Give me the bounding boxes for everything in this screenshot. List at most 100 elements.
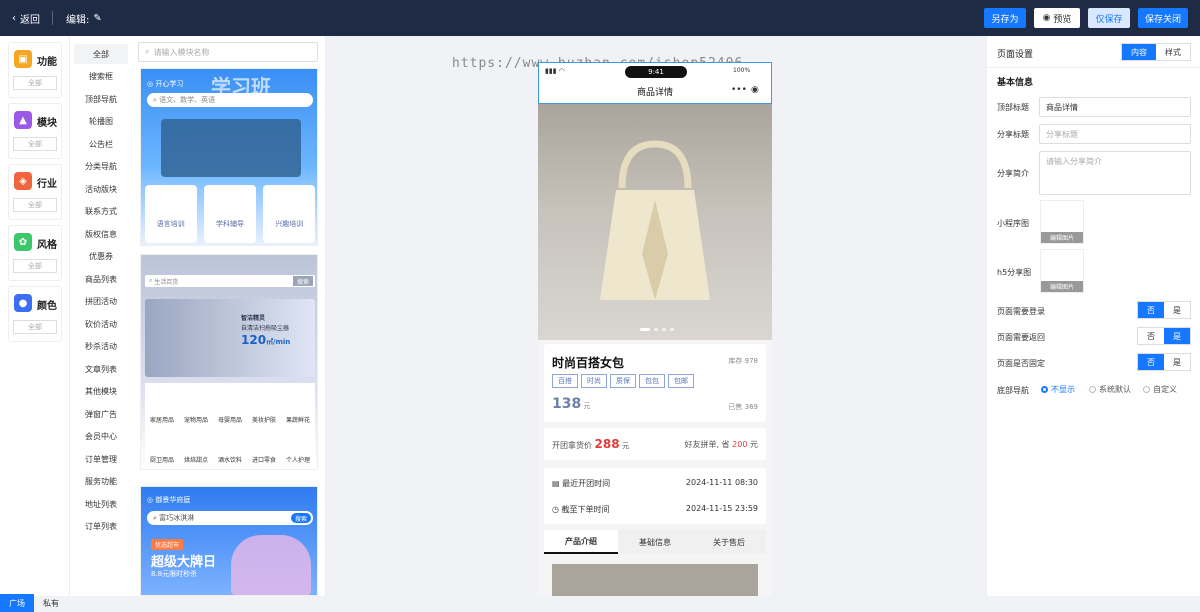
subnav-item[interactable]: 订单管理 [74,449,128,469]
group-label: 开团拿货价 [552,441,592,450]
nav-option-custom[interactable]: 自定义 [1143,384,1177,395]
mini-image-upload[interactable]: 编辑图片 [1040,200,1084,244]
template-card-education[interactable]: ◎ 开心学习 学习班 ⌕ 语文、数学、英语 语言培训 学科辅导 兴趣培训 [140,68,318,246]
share-desc-textarea[interactable]: 请输入分享简介 [1039,151,1191,195]
more-icon[interactable]: ••• [731,85,747,95]
edit-image-button[interactable]: 编辑图片 [1041,232,1083,243]
tab-basic-info[interactable]: 基础信息 [618,530,692,554]
save-close-button[interactable]: 保存关闭 [1138,8,1188,28]
top-title-input[interactable]: 商品详情 [1039,97,1191,117]
classroom-illustration [161,119,301,177]
subnav-item[interactable]: 会员中心 [74,426,128,446]
brand-text: 御景华府庭 [155,496,191,504]
carousel-dot[interactable] [670,328,674,331]
product-name: 时尚百搭女包 [552,356,625,370]
subnav-item[interactable]: 轮播图 [74,111,128,131]
subnav-item[interactable]: 公告栏 [74,134,128,154]
tab-square[interactable]: 广场 [0,594,34,612]
template-search-input[interactable]: ⌕ 请输入模块名称 [138,42,318,62]
subnav-item[interactable]: 顶部导航 [74,89,128,109]
brand-text: 开心学习 [155,80,184,88]
subnav-item[interactable]: 服务功能 [74,471,128,491]
category-function[interactable]: ▣ 功能 全部 [8,42,62,98]
save-only-button[interactable]: 仅保存 [1088,8,1130,28]
end-label: 截至下单时间 [561,505,610,514]
phone-preview: ▮▮▮ ◠ 9:41 100% 商品详情 ••• ◉ 时尚百搭女包 库存 978… [538,62,772,596]
back-yes[interactable]: 是 [1164,328,1190,344]
carousel-dot[interactable] [654,328,658,331]
target-icon[interactable]: ◉ [751,85,759,95]
subnav-item[interactable]: 全部 [74,44,128,64]
subnav-item[interactable]: 砍价活动 [74,314,128,334]
edit-icon[interactable]: ✎ [93,13,101,24]
group-buy-card: 开团拿货价 288 元 好友拼单, 省 200 元 [544,428,766,460]
tpl-item: 语言培训 [144,185,197,243]
promo-title: 超级大牌日 [151,555,217,570]
subnav-item[interactable]: 弹窗广告 [74,404,128,424]
product-tag: 时尚 [581,374,607,388]
template-card-home[interactable]: ⌕ 生活百货 搜索 智洁精灵 自清洁扫拖吸尘器 120㎡/min 家居用品 宠物… [140,254,318,470]
category-color[interactable]: ● 颜色 全部 [8,286,62,342]
preview-button[interactable]: ◉ 预览 [1034,8,1080,28]
intro-image [552,564,758,596]
function-icon: ▣ [14,50,32,68]
subnav-item[interactable]: 订单列表 [74,516,128,536]
subnav-item[interactable]: 联系方式 [74,201,128,221]
carousel-dot[interactable] [662,328,666,331]
subnav-item[interactable]: 秒杀活动 [74,336,128,356]
category-all-button[interactable]: 全部 [13,76,57,90]
category-all-button[interactable]: 全部 [13,198,57,212]
subnav-item[interactable]: 其他模块 [74,381,128,401]
save-as-button[interactable]: 另存为 [984,8,1026,28]
radio-icon [1089,386,1096,393]
category-style[interactable]: ✿ 风格 全部 [8,225,62,281]
divider [52,11,53,25]
fixed-no[interactable]: 否 [1138,354,1164,370]
back-button[interactable]: ‹ 返回 [12,11,40,26]
phone-header[interactable]: ▮▮▮ ◠ 9:41 100% 商品详情 ••• ◉ [538,62,772,104]
subnav-item[interactable]: 搜索框 [74,66,128,86]
fixed-yes[interactable]: 是 [1164,354,1190,370]
tpl-search: ⌕ 语文、数学、英语 [147,93,313,107]
h5-image-upload[interactable]: 编辑图片 [1040,249,1084,293]
subnav-item[interactable]: 版权信息 [74,224,128,244]
tpl-search-button: 搜索 [291,513,311,523]
tab-private[interactable]: 私有 [34,594,68,612]
banner-number: 120 [241,333,267,347]
edit-image-button[interactable]: 编辑图片 [1041,281,1083,292]
template-panel: ⌕ 请输入模块名称 ◎ 开心学习 学习班 ⌕ 语文、数学、英语 语言培训 学科辅… [132,36,326,596]
edit-label: 编辑: [66,15,90,26]
tpl-item: 厨卫用品 [149,457,174,464]
nav-option-hidden[interactable]: 不显示 [1041,384,1075,395]
friend-unit: 元 [750,440,758,449]
subnav-item[interactable]: 拼团活动 [74,291,128,311]
category-all-button[interactable]: 全部 [13,320,57,334]
subnav-item[interactable]: 分类导航 [74,156,128,176]
subnav-item[interactable]: 优惠券 [74,246,128,266]
tab-intro[interactable]: 产品介绍 [544,530,618,554]
category-all-button[interactable]: 全部 [13,259,57,273]
tab-content[interactable]: 内容 [1122,44,1156,60]
nav-option-label: 系统默认 [1099,385,1131,394]
subnav-item[interactable]: 商品列表 [74,269,128,289]
login-no[interactable]: 否 [1138,302,1164,318]
subnav-item[interactable]: 文章列表 [74,359,128,379]
subnav-item[interactable]: 地址列表 [74,494,128,514]
login-yes[interactable]: 是 [1164,302,1190,318]
tab-style[interactable]: 样式 [1156,44,1190,60]
subnav-item[interactable]: 活动版块 [74,179,128,199]
login-toggle: 否 是 [1137,301,1191,319]
carousel-dot-active[interactable] [640,328,650,331]
share-title-input[interactable]: 分享标题 [1039,124,1191,144]
fixed-label: 页面是否固定 [997,359,1045,368]
template-card-supermarket[interactable]: ◎ 御景华府庭 ⌕ 富巧冰淇淋 搜索 优选超市 超级大牌日 8.8元限时秒杀 [140,486,318,596]
category-all-button[interactable]: 全部 [13,137,57,151]
tpl-item: 进口零食 [251,457,276,464]
nav-option-default[interactable]: 系统默认 [1089,384,1131,395]
back-no[interactable]: 否 [1138,328,1164,344]
category-module[interactable]: ▲ 模块 全部 [8,103,62,159]
share-title-label: 分享标题 [997,130,1029,139]
vacuum-banner: 智洁精灵 自清洁扫拖吸尘器 120㎡/min [145,299,315,377]
category-industry[interactable]: ◈ 行业 全部 [8,164,62,220]
tab-after-sales[interactable]: 关于售后 [692,530,766,554]
